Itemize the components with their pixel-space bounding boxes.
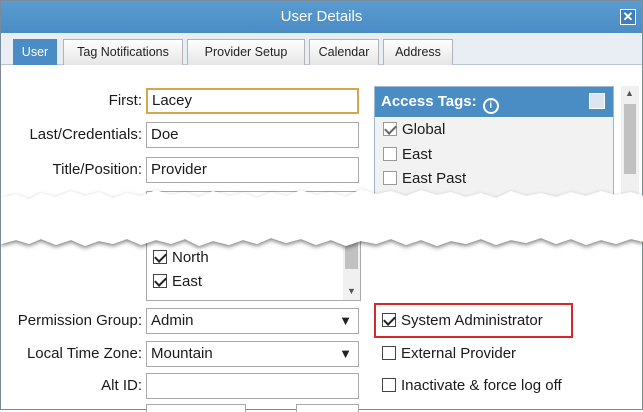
- alt-id-label: Alt ID:: [101, 377, 142, 394]
- option-label: Inactivate & force log off: [401, 377, 562, 394]
- tag-label: Global: [402, 121, 446, 138]
- info-icon[interactable]: i: [482, 98, 499, 114]
- torn-paper-divider: [1, 189, 643, 246]
- close-icon[interactable]: ✕: [620, 9, 636, 25]
- window-title: User Details: [280, 8, 363, 25]
- permission-group-value: Admin: [151, 312, 194, 329]
- partial-button: [146, 404, 246, 412]
- permission-group-select[interactable]: Admin ▼: [146, 308, 359, 334]
- tag-item-global[interactable]: Global: [383, 121, 445, 138]
- tab-tag-notifications[interactable]: Tag Notifications: [63, 39, 183, 65]
- external-provider-option[interactable]: External Provider: [382, 345, 516, 362]
- first-label: First:: [108, 92, 142, 109]
- chevron-down-icon: ▼: [339, 346, 352, 361]
- option-label: System Administrator: [401, 312, 543, 329]
- title-bar: User Details ✕: [1, 1, 642, 33]
- select-all-checkbox[interactable]: [589, 93, 605, 109]
- alt-id-input[interactable]: [146, 373, 359, 399]
- local-time-zone-label: Local Time Zone:: [26, 345, 142, 362]
- title-position-label: Title/Position:: [52, 161, 142, 178]
- checkbox-icon[interactable]: [382, 313, 396, 327]
- first-name-input[interactable]: Lacey: [146, 88, 359, 114]
- scroll-thumb[interactable]: [624, 104, 636, 174]
- title-position-input[interactable]: Provider: [146, 157, 359, 183]
- tab-provider-setup[interactable]: Provider Setup: [187, 39, 305, 65]
- tab-calendar[interactable]: Calendar: [309, 39, 379, 65]
- access-tags-header: Access Tags: i: [375, 87, 613, 117]
- last-credentials-label: Last/Credentials:: [29, 126, 142, 143]
- checkbox-icon[interactable]: [382, 346, 396, 360]
- scroll-up-icon[interactable]: ▲: [625, 88, 634, 98]
- checkbox-icon[interactable]: [383, 147, 397, 161]
- tab-user[interactable]: User: [13, 39, 57, 65]
- access-tags-title: Access Tags:: [381, 93, 477, 110]
- time-zone-value: Mountain: [151, 345, 213, 362]
- checkbox-icon[interactable]: [382, 378, 396, 392]
- tag-item-east[interactable]: East: [383, 146, 432, 163]
- location-item-east[interactable]: East: [153, 273, 202, 290]
- partial-button: [296, 404, 359, 412]
- tab-address[interactable]: Address: [383, 39, 453, 65]
- checkbox-icon[interactable]: [383, 122, 397, 136]
- checkbox-icon[interactable]: [153, 274, 167, 288]
- system-administrator-option[interactable]: System Administrator: [382, 312, 543, 329]
- tag-label: East: [402, 146, 433, 163]
- location-label: East: [172, 273, 203, 290]
- inactivate-option[interactable]: Inactivate & force log off: [382, 377, 562, 394]
- last-credentials-input[interactable]: Doe: [146, 122, 359, 148]
- scroll-down-icon[interactable]: ▼: [347, 286, 356, 296]
- local-time-zone-select[interactable]: Mountain ▼: [146, 341, 359, 367]
- checkbox-icon[interactable]: [383, 171, 397, 185]
- chevron-down-icon: ▼: [339, 313, 352, 328]
- option-label: External Provider: [401, 345, 517, 362]
- user-details-window: User Details ✕ User Tag Notifications Pr…: [0, 0, 643, 412]
- tab-bar: User Tag Notifications Provider Setup Ca…: [1, 33, 642, 65]
- permission-group-label: Permission Group:: [17, 312, 142, 329]
